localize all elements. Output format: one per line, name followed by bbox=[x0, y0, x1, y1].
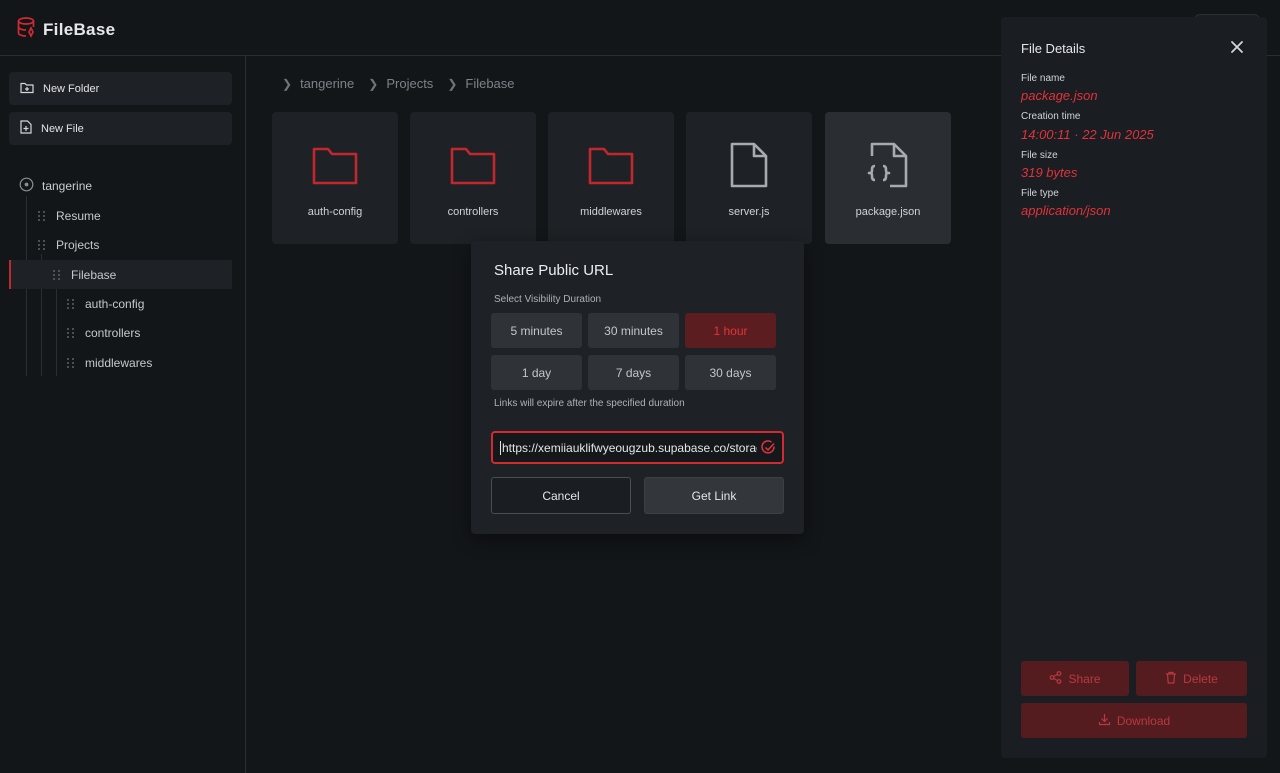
share-url-dialog: Share Public URL Select Visibility Durat… bbox=[471, 241, 804, 534]
creation-time-label: Creation time bbox=[1021, 111, 1081, 122]
tree-root-tangerine[interactable]: tangerine bbox=[19, 177, 92, 195]
duration-option-30-days[interactable]: 30 days bbox=[685, 355, 776, 390]
chevron-right-icon: ❯ bbox=[282, 76, 293, 91]
file-details-panel: File Details File name package.json Crea… bbox=[1001, 17, 1267, 758]
panel-title: File Details bbox=[1021, 41, 1086, 56]
copy-check-icon[interactable] bbox=[761, 440, 776, 455]
sidebar-item-auth-config[interactable]: auth-config bbox=[67, 289, 144, 318]
drag-handle-icon[interactable] bbox=[53, 269, 61, 280]
new-file-label: New File bbox=[41, 122, 84, 135]
breadcrumb-item-tangerine[interactable]: tangerine bbox=[300, 76, 354, 91]
duration-option-1-day[interactable]: 1 day bbox=[491, 355, 582, 390]
file-tile-label: package.json bbox=[855, 206, 921, 218]
file-tile-auth-config[interactable]: auth-config bbox=[272, 112, 398, 244]
download-button[interactable]: Download bbox=[1021, 703, 1247, 738]
new-folder-button[interactable]: New Folder bbox=[9, 72, 232, 105]
tree-guide-line bbox=[56, 288, 57, 376]
drag-handle-icon[interactable] bbox=[67, 327, 75, 338]
trash-icon bbox=[1165, 671, 1177, 687]
download-icon bbox=[1098, 713, 1111, 729]
delete-button[interactable]: Delete bbox=[1136, 661, 1247, 696]
folder-icon bbox=[588, 142, 634, 188]
cancel-button[interactable]: Cancel bbox=[491, 477, 631, 514]
file-plus-icon bbox=[20, 120, 32, 137]
disc-icon bbox=[19, 177, 34, 195]
drag-handle-icon[interactable] bbox=[67, 357, 75, 368]
duration-option-7-days[interactable]: 7 days bbox=[588, 355, 679, 390]
drag-handle-icon[interactable] bbox=[38, 239, 46, 250]
dialog-subtitle: Select Visibility Duration bbox=[494, 294, 602, 305]
file-icon bbox=[730, 142, 768, 188]
sidebar-item-filebase[interactable]: Filebase bbox=[9, 260, 232, 289]
duration-option-30-minutes[interactable]: 30 minutes bbox=[588, 313, 679, 348]
breadcrumb: ❯ tangerine ❯ Projects ❯ Filebase bbox=[282, 76, 515, 91]
new-folder-label: New Folder bbox=[43, 82, 100, 95]
sidebar: New Folder New File tangerine Resume Pro… bbox=[0, 56, 246, 773]
sidebar-item-label: middlewares bbox=[85, 355, 153, 370]
new-file-button[interactable]: New File bbox=[9, 112, 232, 145]
share-url-value[interactable]: https://xemiiauklifwyeougzub.supabase.co… bbox=[500, 440, 757, 455]
database-icon bbox=[17, 17, 36, 43]
sidebar-item-label: Resume bbox=[56, 208, 101, 223]
sidebar-item-label: Projects bbox=[56, 237, 100, 252]
file-tile-label: server.js bbox=[728, 206, 770, 218]
share-label: Share bbox=[1068, 671, 1101, 686]
file-tile-label: middlewares bbox=[580, 206, 642, 218]
creation-time-value: 14:00:11 · 22 Jun 2025 bbox=[1021, 127, 1154, 142]
folder-icon bbox=[450, 142, 496, 188]
file-tile-package-json[interactable]: package.json bbox=[825, 112, 951, 244]
breadcrumb-item-filebase[interactable]: Filebase bbox=[465, 76, 514, 91]
sidebar-item-projects[interactable]: Projects bbox=[38, 230, 99, 259]
file-size-label: File size bbox=[1021, 150, 1058, 161]
drag-handle-icon[interactable] bbox=[67, 298, 75, 309]
share-button[interactable]: Share bbox=[1021, 661, 1129, 696]
duration-option-5-minutes[interactable]: 5 minutes bbox=[491, 313, 582, 348]
file-name-value: package.json bbox=[1021, 88, 1098, 103]
share-url-field[interactable]: https://xemiiauklifwyeougzub.supabase.co… bbox=[491, 431, 784, 464]
brand[interactable]: FileBase bbox=[17, 17, 115, 43]
file-tile-controllers[interactable]: controllers bbox=[410, 112, 536, 244]
file-name-label: File name bbox=[1021, 73, 1065, 84]
sidebar-item-label: auth-config bbox=[85, 296, 145, 311]
get-link-button[interactable]: Get Link bbox=[644, 477, 784, 514]
tree-root-label: tangerine bbox=[42, 179, 93, 193]
json-file-icon bbox=[866, 142, 910, 188]
duration-option-1-hour[interactable]: 1 hour bbox=[685, 313, 776, 348]
sidebar-item-middlewares[interactable]: middlewares bbox=[67, 348, 152, 377]
delete-label: Delete bbox=[1183, 671, 1218, 686]
dialog-title: Share Public URL bbox=[494, 262, 614, 279]
sidebar-item-label: Filebase bbox=[71, 267, 117, 282]
drag-handle-icon[interactable] bbox=[38, 210, 46, 221]
expiry-note: Links will expire after the specified du… bbox=[494, 398, 685, 409]
file-tile-label: auth-config bbox=[307, 206, 363, 218]
file-size-value: 319 bytes bbox=[1021, 165, 1078, 180]
file-tile-server-js[interactable]: server.js bbox=[686, 112, 812, 244]
close-icon[interactable] bbox=[1228, 38, 1246, 56]
breadcrumb-item-projects[interactable]: Projects bbox=[386, 76, 433, 91]
chevron-right-icon: ❯ bbox=[368, 76, 379, 91]
download-label: Download bbox=[1116, 713, 1171, 728]
folder-plus-icon bbox=[20, 81, 34, 97]
file-tile-label: controllers bbox=[447, 206, 499, 218]
sidebar-item-controllers[interactable]: controllers bbox=[67, 318, 140, 347]
app-name: FileBase bbox=[43, 20, 116, 39]
chevron-right-icon: ❯ bbox=[447, 76, 458, 91]
share-icon bbox=[1049, 670, 1062, 687]
sidebar-item-label: controllers bbox=[85, 325, 141, 340]
sidebar-item-resume[interactable]: Resume bbox=[38, 201, 101, 230]
file-type-value: application/json bbox=[1021, 203, 1111, 218]
file-tile-middlewares[interactable]: middlewares bbox=[548, 112, 674, 244]
folder-icon bbox=[312, 142, 358, 188]
file-type-label: File type bbox=[1021, 188, 1059, 199]
